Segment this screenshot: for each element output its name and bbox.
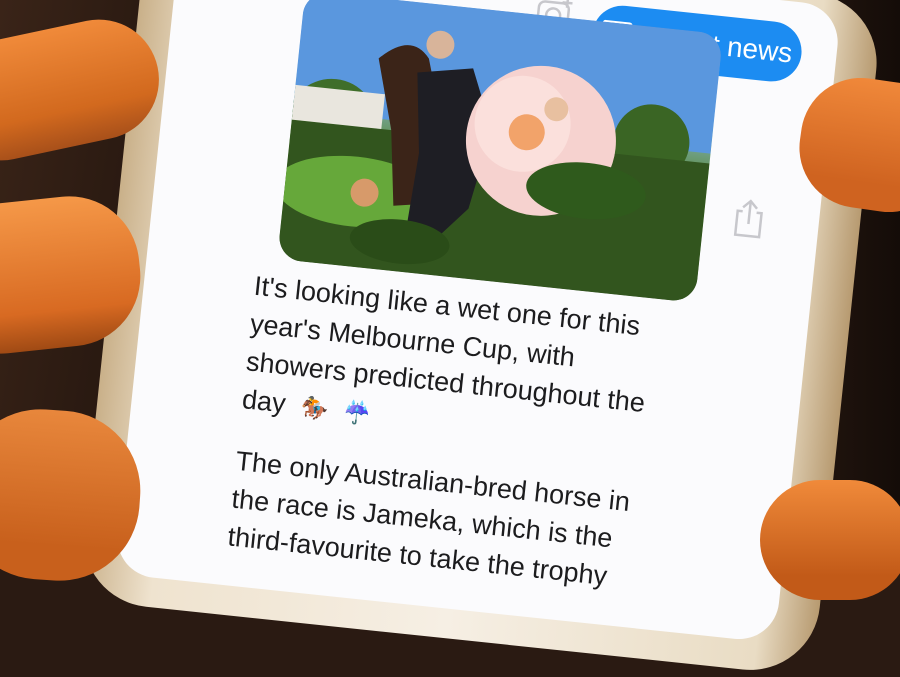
message-paragraph-2: The only Australian-bred horse in the ra… [226,445,632,592]
message-bubble: It's looking like a wet one for this yea… [224,267,674,621]
photo-scene [277,0,724,303]
horse-racing-emoji: 🏇 [299,394,330,422]
phone-screen: Latest news [113,0,842,644]
finger-right-bottom [760,480,900,600]
chat-content: Latest news [113,0,841,643]
share-icon[interactable] [732,197,766,240]
news-photo[interactable] [277,0,724,303]
umbrella-emoji: ☔ [342,398,373,427]
message-paragraph-1: It's looking like a wet one for this yea… [240,267,674,464]
